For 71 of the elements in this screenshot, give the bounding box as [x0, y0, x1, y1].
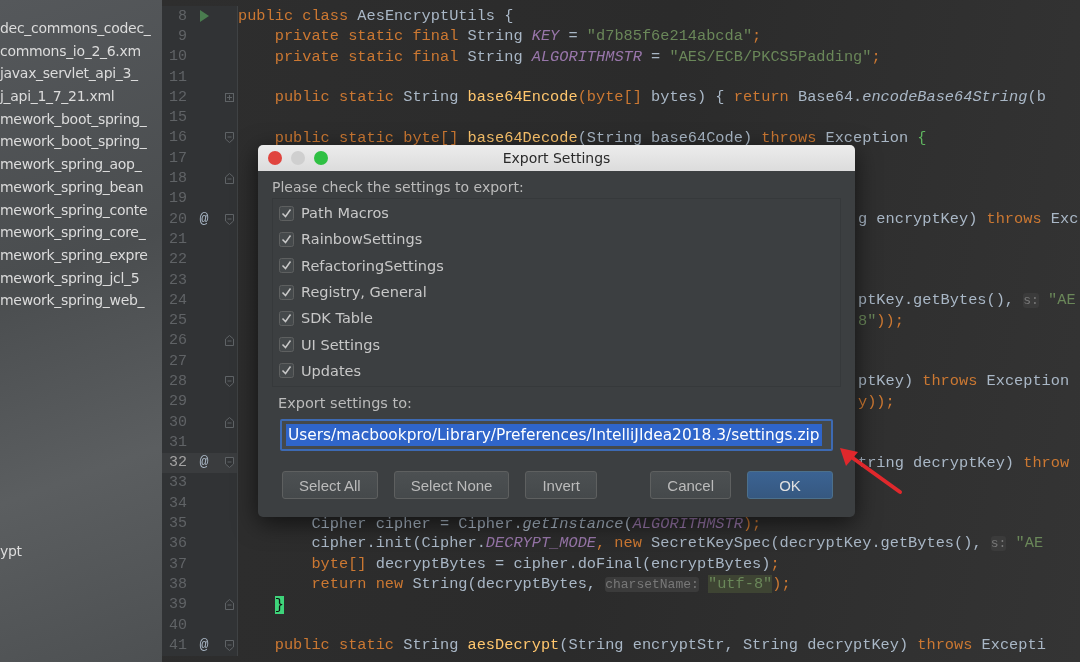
code-line: Cipher cipher = Cipher.getInstance(ALGORITHMSTR); [310, 513, 762, 534]
checkbox-label[interactable]: RefactoringSettings [301, 257, 444, 274]
code-line: private static final String KEY = "d7b85f6e214abcda"; [273, 26, 762, 47]
checkbox[interactable] [279, 363, 294, 379]
code-line: ptKey.getBytes(), s: "AE [858, 289, 1076, 311]
checkbox-label[interactable]: RainbowSettings [301, 231, 423, 248]
tree-item[interactable]: mework_spring_jcl_5 [0, 266, 140, 290]
code-line: public static String aesDecrypt(String encryptStr, String decryptKey) throws Excepti [273, 635, 1046, 656]
checkbox-label[interactable]: UI Settings [301, 336, 380, 353]
checkbox-label[interactable]: Registry, General [301, 284, 427, 301]
fold-icon[interactable] [224, 173, 234, 184]
line-number: 32 [168, 454, 187, 472]
checkbox[interactable] [279, 310, 294, 326]
dialog-button[interactable]: Cancel [650, 471, 731, 500]
prompt-label: Please check the settings to export: [272, 179, 524, 195]
dialog-button[interactable]: Invert [525, 471, 597, 500]
dialog-title: Export Settings [502, 150, 611, 166]
dialog-button[interactable]: OK [747, 471, 833, 500]
override-marker[interactable]: @ [199, 454, 209, 472]
fold-icon[interactable] [224, 639, 234, 651]
code-line: public static byte[] base64Decode(String base64Code) throws Exception { [273, 127, 927, 148]
expand-icon[interactable] [224, 92, 234, 102]
fold-icon[interactable] [224, 132, 234, 144]
checkbox-label[interactable]: SDK Table [301, 310, 373, 327]
code-line: 8")); [858, 310, 904, 331]
code-line: y)); [858, 391, 895, 412]
fold-icon[interactable] [224, 335, 234, 347]
tree-item[interactable]: j_api_1_7_21.xml [0, 85, 115, 108]
code-line: return new String(decryptBytes, charsetName: "utf-8"); [310, 573, 791, 595]
override-marker[interactable]: @ [199, 636, 209, 654]
run-icon[interactable] [199, 10, 209, 23]
code-line: private static final String ALGORITHMSTR = "AES/ECB/PKCS5Padding"; [273, 46, 881, 67]
fold-icon[interactable] [224, 416, 234, 428]
tree-item[interactable]: mework_spring_expre [0, 243, 148, 267]
override-marker[interactable]: @ [199, 210, 209, 228]
tree-item[interactable]: mework_boot_spring_ [0, 107, 147, 131]
tree-item[interactable]: mework_spring_web_ [0, 289, 145, 312]
checkbox-label[interactable]: Path Macros [301, 205, 389, 222]
tree-item[interactable]: mework_spring_aop_ [0, 153, 142, 176]
path-label: Export settings to: [278, 395, 412, 412]
fold-icon[interactable] [224, 457, 234, 469]
fold-icon[interactable] [224, 599, 234, 611]
tree-item[interactable]: commons_io_2_6.xm [0, 39, 141, 63]
fold-icon[interactable] [224, 376, 234, 387]
checkbox[interactable] [279, 258, 294, 274]
code-line: public class AesEncryptUtils { [238, 6, 514, 27]
checkbox[interactable] [279, 284, 294, 300]
dialog-button[interactable]: Select All [282, 471, 378, 500]
tree-item[interactable]: mework_spring_bean [0, 175, 144, 199]
path-field[interactable]: Users/macbookpro/Library/Preferences/IntelliJIdea2018.3/settings.zip [280, 419, 833, 452]
close-icon[interactable] [268, 151, 282, 165]
checkbox[interactable] [279, 231, 294, 247]
minimize-icon [291, 151, 305, 165]
zoom-icon[interactable] [314, 151, 328, 165]
code-line: public static String base64Encode(byte[] bytes) { return Base64.encodeBase64String(b [273, 87, 1046, 108]
code-line: tring decryptKey) throw [858, 452, 1070, 473]
checkbox-label[interactable]: Updates [301, 362, 362, 379]
code-line: byte[] decryptBytes = cipher.doFinal(encryptBytes); [310, 554, 780, 575]
tree-item[interactable]: mework_spring_core_ [0, 221, 146, 244]
tree-item[interactable]: mework_spring_conte [0, 198, 148, 222]
tree-item[interactable]: ypt [0, 539, 22, 563]
code-line: cipher.init(Cipher.DECRYPT_MODE, new SecretKeySpec(decryptKey.getBytes(), s: "AE [310, 533, 1044, 555]
tree-item[interactable]: dec_commons_codec_ [0, 17, 151, 40]
code-line: g encryptKey) throws Exc [858, 209, 1079, 230]
checkbox[interactable] [279, 337, 294, 353]
checkbox[interactable] [279, 205, 294, 221]
tree-item[interactable]: javax_servlet_api_3_ [0, 62, 138, 86]
fold-icon[interactable] [224, 213, 234, 225]
dialog-button[interactable]: Select None [393, 471, 510, 500]
tree-item[interactable]: mework_boot_spring_ [0, 130, 147, 154]
code-line: ptKey) throws Exception [858, 371, 1070, 392]
